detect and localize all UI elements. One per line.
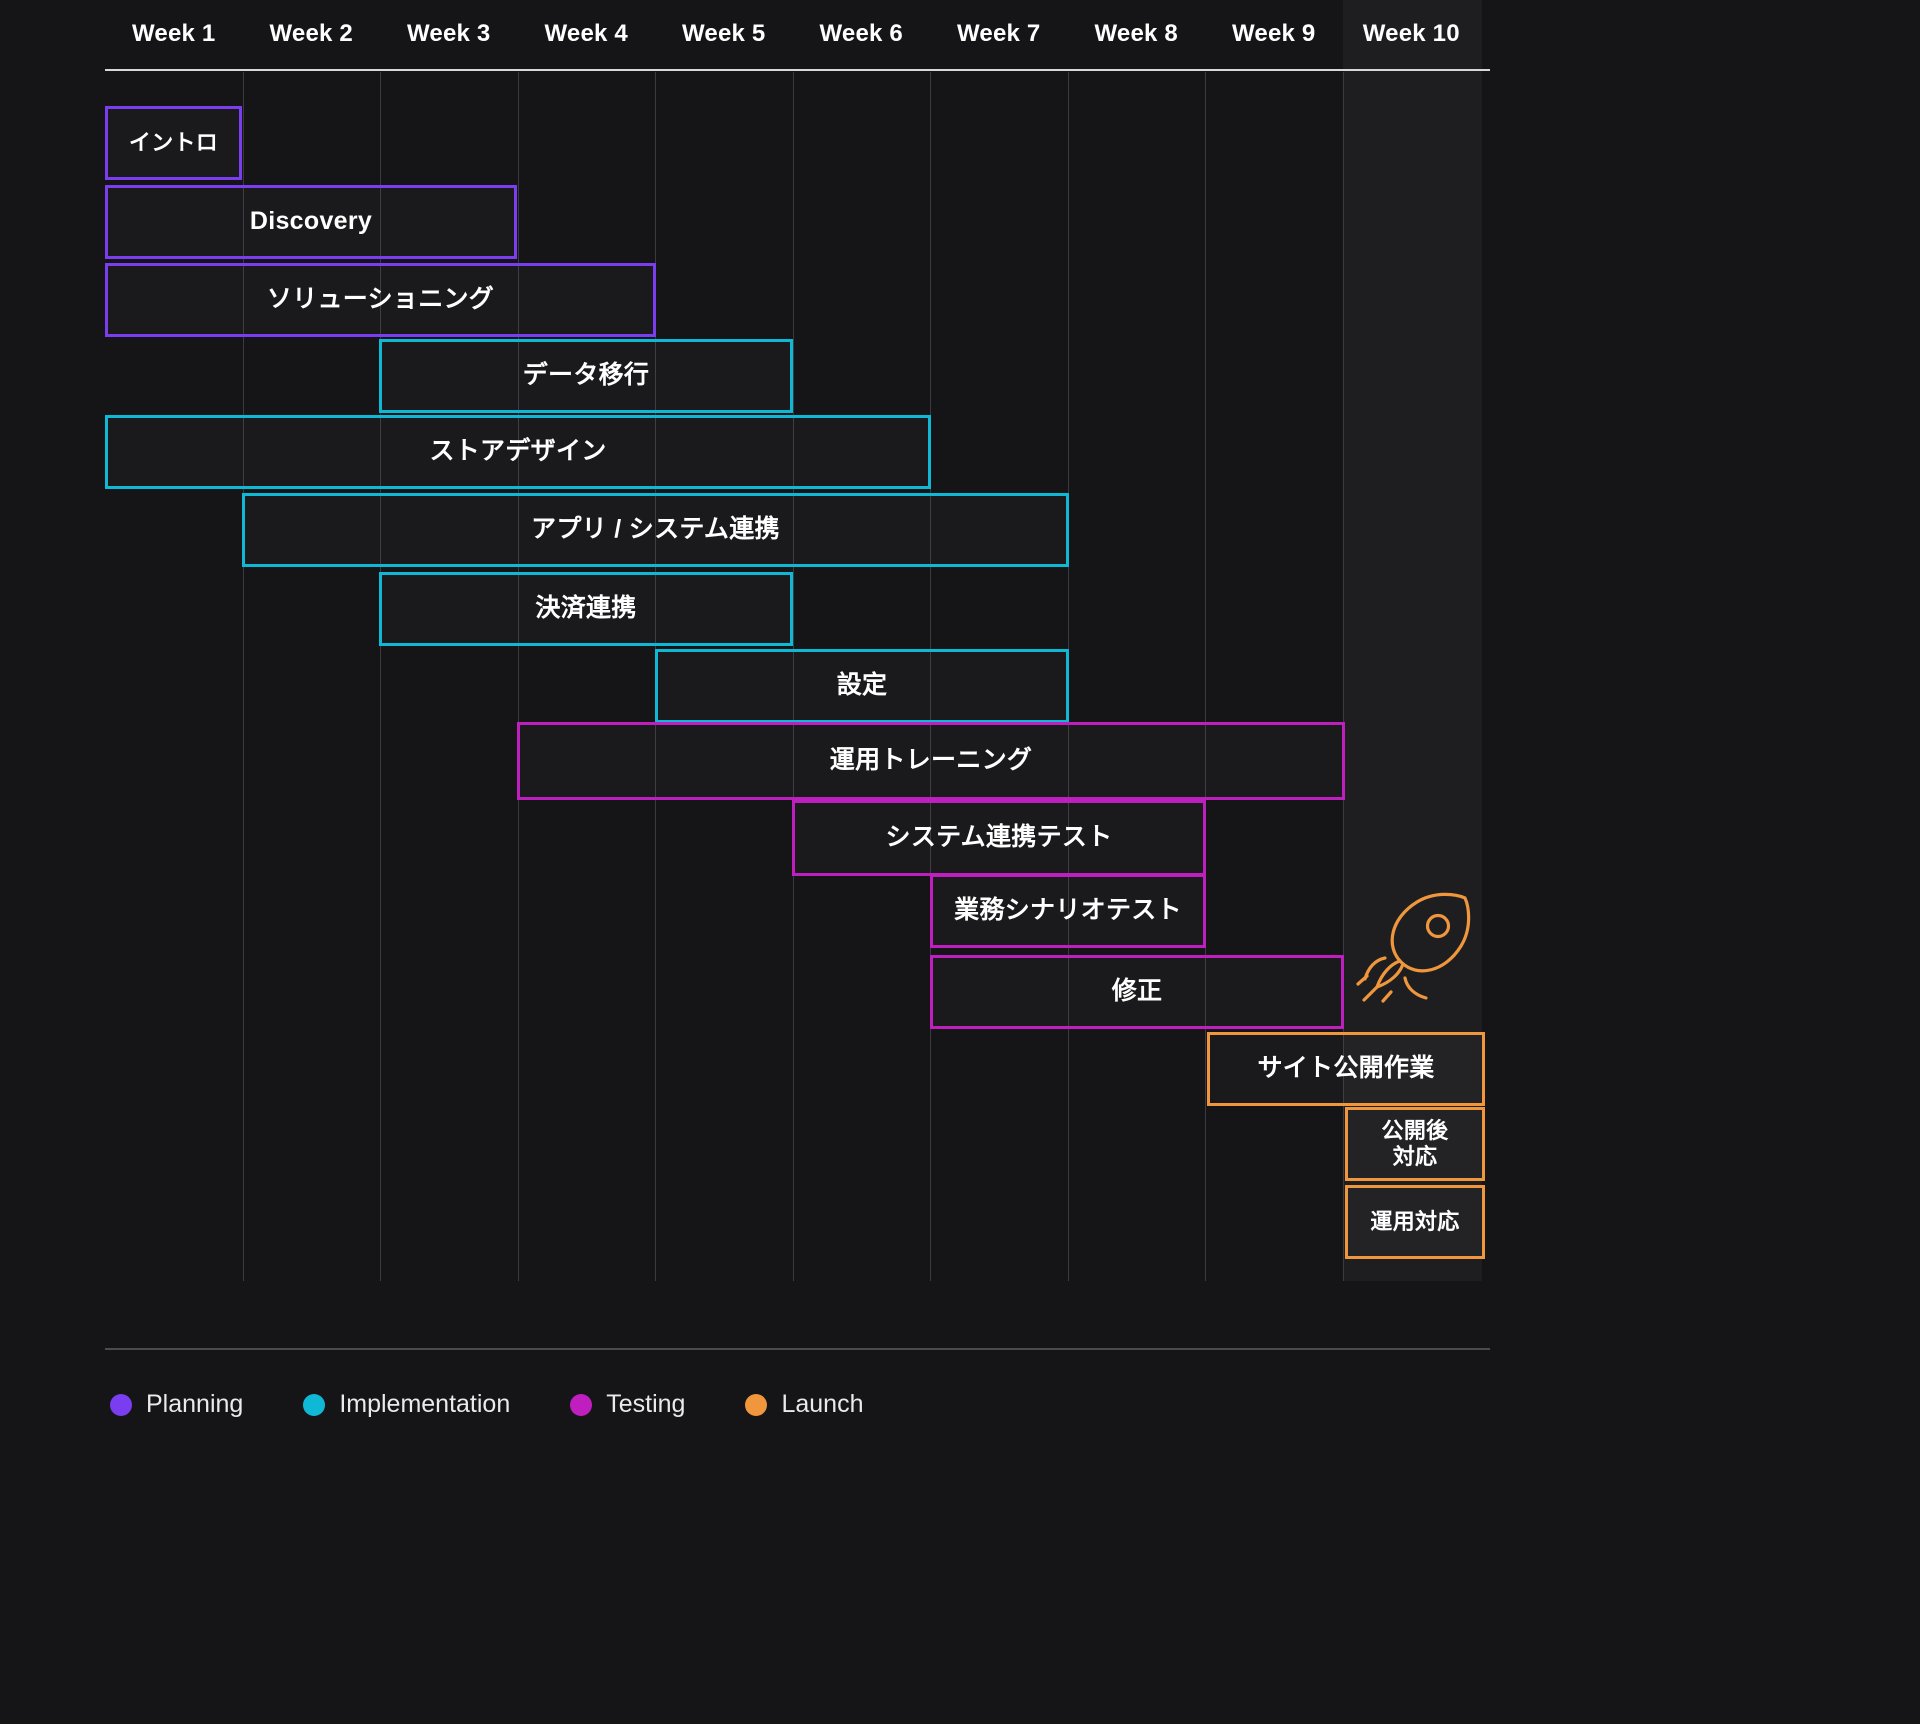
legend-color-swatch	[110, 1393, 132, 1416]
gantt-bar-label: アプリ / システム連携	[531, 515, 780, 544]
week-header-label: Week 9	[1232, 20, 1316, 47]
week-header-row: Week 1 Week 2 Week 3 Week 4 Week 5 Week 6 Week…	[0, 0, 1920, 72]
week-header-label: Week 6	[819, 20, 903, 47]
gantt-bar[interactable]: 業務シナリオテスト	[930, 874, 1206, 948]
gantt-bar[interactable]: システム連携テスト	[792, 800, 1206, 876]
week-header-label: Week 7	[957, 20, 1041, 47]
legend-item[interactable]: Testing	[570, 1390, 685, 1419]
gantt-bar[interactable]: ストアデザイン	[105, 415, 931, 489]
legend-color-swatch	[303, 1393, 326, 1416]
legend-item[interactable]: Planning	[110, 1390, 243, 1419]
gantt-bar[interactable]: 運用対応	[1345, 1185, 1485, 1259]
week-header-label: Week 3	[407, 20, 491, 47]
legend-item[interactable]: Launch	[745, 1390, 864, 1419]
legend: Planning Implementation Testing Launch	[110, 1390, 924, 1419]
gantt-bar[interactable]: アプリ / システム連携	[242, 493, 1069, 567]
gantt-bar-label: ソリューショニング	[266, 285, 495, 314]
gantt-bar[interactable]: 運用トレーニング	[517, 722, 1345, 800]
gantt-bar[interactable]: イントロ	[105, 106, 242, 180]
legend-label: Implementation	[339, 1390, 511, 1418]
legend-color-swatch	[570, 1393, 593, 1416]
gantt-bar[interactable]: 公開後 対応	[1345, 1107, 1485, 1181]
legend-color-swatch	[745, 1393, 768, 1416]
gantt-bar-label: サイト公開作業	[1257, 1054, 1435, 1083]
gantt-bar-label: 設定	[836, 671, 888, 700]
header-divider	[105, 69, 1490, 71]
grid-line	[1205, 72, 1206, 1281]
legend-label: Testing	[606, 1390, 686, 1418]
gantt-bar-label: データ移行	[522, 361, 650, 390]
gantt-chart: Week 1 Week 2 Week 3 Week 4 Week 5 Week 6 Week…	[0, 0, 1920, 1724]
gantt-bar[interactable]: サイト公開作業	[1207, 1032, 1485, 1106]
gantt-bar-label: Discovery	[249, 207, 373, 236]
week-header-label: Week 1	[132, 20, 216, 47]
legend-divider	[105, 1348, 1490, 1350]
gantt-bar-label: 運用トレーニング	[829, 746, 1033, 775]
gantt-bar[interactable]: 設定	[655, 649, 1069, 723]
legend-label: Launch	[781, 1390, 864, 1418]
gantt-bar[interactable]: 修正	[930, 955, 1344, 1029]
gantt-bar[interactable]: Discovery	[105, 185, 517, 259]
legend-label: Planning	[146, 1390, 244, 1418]
week-header-label: Week 5	[682, 20, 766, 47]
gantt-bar-label: ストアデザイン	[429, 437, 607, 466]
grid-line	[517, 72, 519, 1281]
gantt-bar-label: システム連携テスト	[885, 823, 1113, 852]
gantt-bar-label: 業務シナリオテスト	[954, 896, 1182, 925]
gantt-bar[interactable]: データ移行	[379, 339, 793, 413]
gantt-bar-label: イントロ	[128, 130, 219, 156]
week-header-label: Week 10	[1362, 20, 1460, 47]
gantt-bar-label: 運用対応	[1370, 1209, 1460, 1235]
gantt-bar-label: 修正	[1111, 977, 1163, 1006]
gantt-bar[interactable]: ソリューショニング	[105, 263, 656, 337]
legend-item[interactable]: Implementation	[303, 1390, 510, 1419]
rocket-icon	[1355, 888, 1475, 1013]
gantt-bar-label: 決済連携	[535, 594, 637, 623]
week-header-label: Week 2	[269, 20, 353, 47]
week-header-label: Week 4	[544, 20, 628, 47]
week-header-label: Week 8	[1094, 20, 1178, 47]
gantt-bar[interactable]: 決済連携	[379, 572, 793, 646]
gantt-bar-label: 公開後 対応	[1381, 1118, 1449, 1169]
